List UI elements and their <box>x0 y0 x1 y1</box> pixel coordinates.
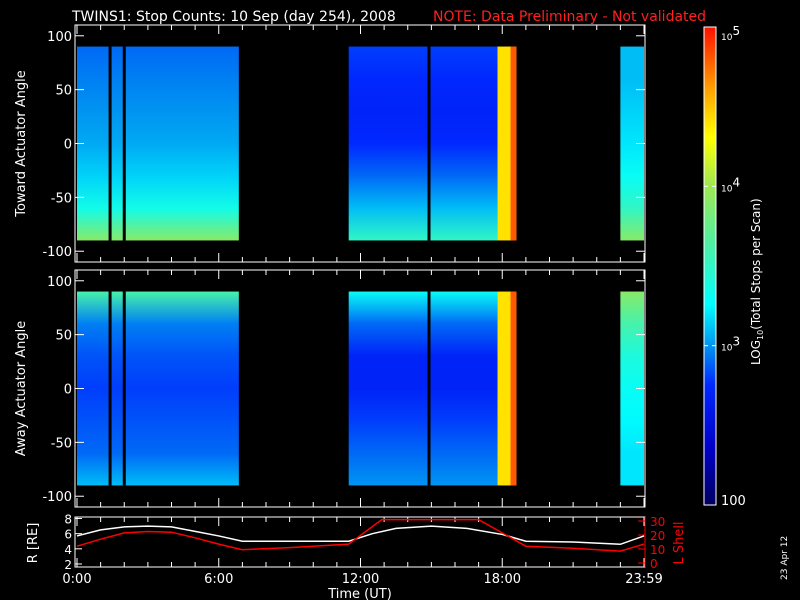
date-stamp: 23 Apr 12 <box>780 536 790 580</box>
colorbar-tick-label: 104 <box>721 175 740 194</box>
plot-title: TWINS1: Stop Counts: 10 Sep (day 254), 2… <box>71 9 396 25</box>
orbit-panel: 0:00 6:00 12:00 18:00 23:59 Time (UT) 8642 3020… <box>26 513 687 600</box>
data-block-edge <box>510 46 517 241</box>
away-angle-panel: 100 50 0 -50 -100 Away Actuator Angle <box>14 269 646 508</box>
x-tick-label: 23:59 <box>625 572 662 587</box>
y2-axis-label: L Shell <box>672 521 687 564</box>
y-tick-label: -50 <box>51 436 72 451</box>
preliminary-note: NOTE: Data Preliminary - Not validated <box>433 9 706 25</box>
data-gap <box>122 46 126 241</box>
x-tick-label: 0:00 <box>62 572 91 587</box>
y-tick-label: 8 <box>64 513 72 527</box>
colorbar-tick-label: 103 <box>721 335 740 354</box>
y-axis-label: Toward Actuator Angle <box>14 70 29 217</box>
y-tick-label: 4 <box>64 543 72 557</box>
data-block <box>348 291 498 486</box>
data-block <box>77 46 239 241</box>
data-block-edge <box>510 291 517 486</box>
data-gap <box>427 291 431 486</box>
colorbar: 105 104 103 100 LOG10(Total Stops per Scan) <box>703 24 765 509</box>
toward-angle-panel: 100 50 0 -50 -100 Toward Actuator Angle <box>14 24 646 263</box>
data-gap <box>427 46 431 241</box>
y-tick-label: 50 <box>55 84 72 99</box>
y-tick-label: 2 <box>64 558 72 572</box>
y-axis-label: R [RE] <box>26 523 41 564</box>
data-gap <box>108 291 112 486</box>
x-tick-label: 6:00 <box>204 572 233 587</box>
y-tick-label: 50 <box>55 329 72 344</box>
data-gap <box>122 291 126 486</box>
y-tick-label: -50 <box>51 191 72 206</box>
y2-tick-label: 10 <box>650 543 665 557</box>
y-tick-label: 100 <box>47 30 72 45</box>
y2-tick-label: 30 <box>650 515 665 529</box>
colorbar-scale <box>703 26 717 506</box>
data-gap <box>108 46 112 241</box>
y2-tick-label: 20 <box>650 529 665 543</box>
y-tick-label: 6 <box>64 528 72 542</box>
y-tick-label: -100 <box>42 490 72 505</box>
x-tick-label: 12:00 <box>342 572 379 587</box>
x-tick-label: 18:00 <box>484 572 521 587</box>
y-tick-label: 100 <box>47 275 72 290</box>
y-tick-label: 0 <box>64 383 72 398</box>
colorbar-label: LOG10(Total Stops per Scan) <box>749 198 765 365</box>
y-tick-label: 0 <box>64 138 72 153</box>
y2-tick-label: 0 <box>650 557 658 571</box>
colorbar-tick-label: 100 <box>721 494 746 509</box>
y-tick-label: -100 <box>42 245 72 260</box>
data-block <box>348 46 498 241</box>
twins-stop-counts-figure: TWINS1: Stop Counts: 10 Sep (day 254), 2… <box>14 9 790 600</box>
colorbar-tick-label: 105 <box>721 24 740 43</box>
x-axis-label: Time (UT) <box>327 587 392 600</box>
y-axis-label: Away Actuator Angle <box>14 321 29 456</box>
data-block <box>77 291 239 486</box>
